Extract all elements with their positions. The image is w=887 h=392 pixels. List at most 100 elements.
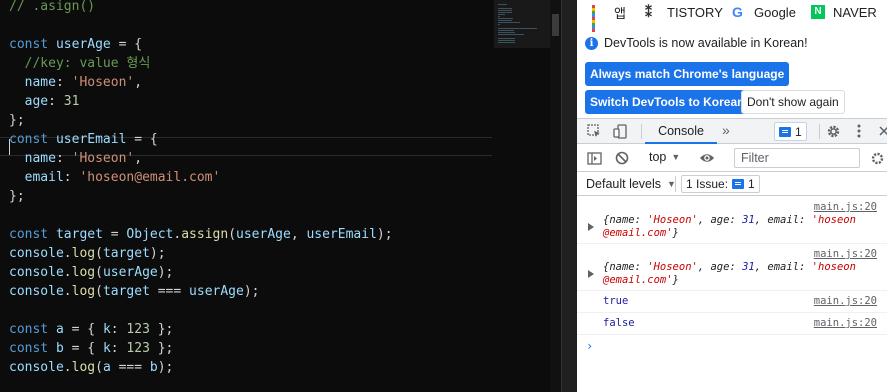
code-line[interactable]: [9, 301, 393, 320]
console-toolbar: top ▼: [577, 144, 887, 172]
code-token: 31: [63, 94, 80, 109]
settings-gear-icon[interactable]: [825, 123, 841, 139]
code-line[interactable]: //key: value 형식: [9, 54, 393, 73]
code-line[interactable]: const target = Object.assign(userAge, us…: [9, 225, 393, 244]
code-line[interactable]: console.log(a === b);: [9, 358, 393, 377]
console-filter-input[interactable]: [734, 148, 860, 168]
code-token: :: [110, 341, 127, 356]
source-link[interactable]: main.js:20: [814, 317, 877, 329]
bookmark-naver[interactable]: N NAVER: [811, 3, 877, 21]
more-options-kebab-icon[interactable]: [851, 123, 867, 139]
switch-devtools-korean-button[interactable]: Switch DevTools to Korean: [585, 90, 750, 114]
source-link[interactable]: main.js:20: [814, 248, 877, 260]
close-devtools-icon[interactable]: [876, 123, 887, 139]
message-icon: [779, 126, 791, 137]
code-line[interactable]: const a = { k: 123 };: [9, 320, 393, 339]
show-sidebar-icon[interactable]: [586, 150, 602, 166]
code-token: (: [95, 265, 103, 280]
code-token: (: [95, 284, 103, 299]
code-editor[interactable]: // .asign() const userAge = { //key: val…: [0, 0, 561, 392]
minimap-line: [498, 34, 524, 35]
code-token: };: [149, 322, 174, 337]
object-token: , age:: [697, 261, 743, 273]
console-log-entry[interactable]: main.js:20 true: [577, 291, 887, 313]
code-token: userAge: [236, 227, 291, 242]
bookmark-tistory[interactable]: ⁑ TISTORY: [645, 3, 723, 21]
minimap-line: [498, 18, 514, 19]
source-link[interactable]: main.js:20: [814, 295, 877, 307]
minimap[interactable]: [494, 0, 549, 60]
window-divider[interactable]: [561, 0, 577, 392]
minimap-line: [498, 10, 512, 11]
code-line[interactable]: age: 31: [9, 92, 393, 111]
editor-scrollbar[interactable]: [550, 0, 561, 392]
minimap-line: [498, 12, 512, 13]
code-token: console: [9, 284, 64, 299]
log-levels-label: Default levels: [586, 177, 662, 191]
console-output[interactable]: main.js:20 {name: 'Hoseon', age: 31, emai…: [577, 197, 887, 392]
devtools-tab-bar: Console » 1: [577, 118, 887, 144]
device-toolbar-icon[interactable]: [612, 123, 628, 139]
code-line[interactable]: email: 'hoseon@email.com': [9, 168, 393, 187]
object-preview[interactable]: @email.com'}: [603, 227, 679, 240]
code-line[interactable]: const userEmail = {: [9, 130, 393, 149]
console-settings-gear-icon[interactable]: [869, 150, 885, 166]
console-log-entry[interactable]: main.js:20 {name: 'Hoseon', age: 31, emai…: [577, 244, 887, 291]
editor-scroll-thumb[interactable]: [552, 14, 559, 36]
log-levels-dropdown[interactable]: Default levels ▼: [586, 177, 676, 191]
live-expression-eye-icon[interactable]: [699, 150, 715, 166]
code-token: userAge: [189, 284, 244, 299]
code-token: );: [243, 284, 260, 299]
object-preview[interactable]: {name: 'Hoseon', age: 31, email: 'hoseon: [603, 261, 856, 274]
clear-console-icon[interactable]: [614, 150, 630, 166]
message-icon: [732, 179, 745, 189]
source-link[interactable]: main.js:20: [814, 201, 877, 213]
code-token: ===: [149, 284, 190, 299]
issues-button[interactable]: 1 Issue: 1: [681, 175, 760, 193]
code-line[interactable]: console.log(userAge);: [9, 263, 393, 282]
always-match-language-button[interactable]: Always match Chrome's language: [585, 62, 790, 86]
object-token: 31: [742, 261, 755, 273]
bookmark-apps[interactable]: 앱: [592, 3, 626, 32]
context-selector[interactable]: top ▼: [649, 150, 680, 164]
code-line[interactable]: const b = { k: 123 };: [9, 339, 393, 358]
code-token: age: [24, 94, 49, 109]
code-line[interactable]: [9, 16, 393, 35]
code-token: name: [24, 151, 56, 166]
minimap-line: [498, 32, 515, 33]
expand-triangle-icon[interactable]: [588, 270, 594, 278]
code-content[interactable]: // .asign() const userAge = { //key: val…: [9, 0, 393, 377]
tistory-icon: ⁑: [645, 4, 652, 20]
code-line[interactable]: const userAge = {: [9, 35, 393, 54]
code-token: //key: value 형식: [24, 56, 151, 71]
tab-console[interactable]: Console: [645, 119, 717, 144]
code-line[interactable]: name: 'Hoseon',: [9, 149, 393, 168]
object-preview[interactable]: {name: 'Hoseon', age: 31, email: 'hoseon: [603, 214, 856, 227]
code-token: .: [63, 265, 72, 280]
console-log-entry[interactable]: main.js:20 false: [577, 313, 887, 335]
code-token: const: [9, 322, 49, 337]
code-line[interactable]: [9, 206, 393, 225]
minimap-line: [498, 16, 500, 17]
more-tabs-chevron-icon[interactable]: »: [722, 122, 730, 138]
minimap-line: [498, 38, 515, 39]
bookmark-tistory-label: TISTORY: [667, 4, 723, 20]
inspect-element-icon[interactable]: [586, 123, 602, 139]
code-line[interactable]: // .asign(): [9, 0, 393, 16]
code-line[interactable]: console.log(target);: [9, 244, 393, 263]
dont-show-again-button[interactable]: Don't show again: [741, 90, 845, 114]
issues-counter-badge[interactable]: 1: [774, 122, 807, 141]
expand-triangle-icon[interactable]: [588, 223, 594, 231]
code-line[interactable]: console.log(target === userAge);: [9, 282, 393, 301]
code-line[interactable]: };: [9, 111, 393, 130]
code-line[interactable]: name: 'Hoseon',: [9, 73, 393, 92]
console-prompt-chevron-icon[interactable]: ›: [586, 339, 593, 353]
bookmark-google[interactable]: G Google: [732, 3, 796, 21]
info-icon: i: [585, 36, 598, 50]
object-preview[interactable]: @email.com'}: [603, 274, 679, 287]
console-log-entry[interactable]: main.js:20 {name: 'Hoseon', age: 31, emai…: [577, 197, 887, 244]
code-line[interactable]: };: [9, 187, 393, 206]
code-token: log: [71, 246, 96, 261]
code-token: ,: [134, 75, 143, 90]
